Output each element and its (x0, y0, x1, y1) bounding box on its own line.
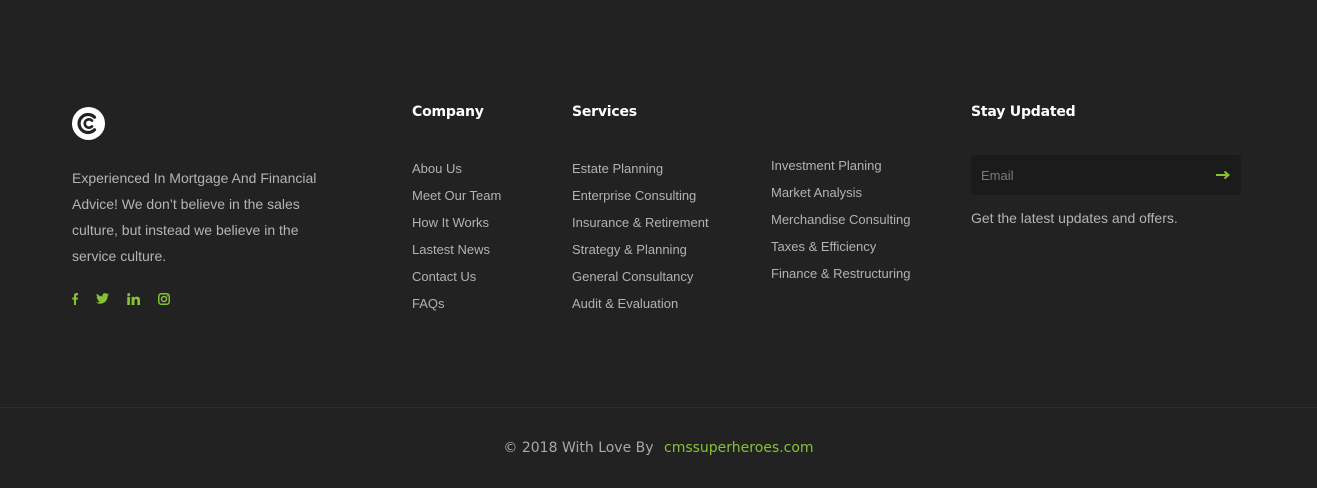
company-link-how-it-works[interactable]: How It Works (412, 214, 489, 232)
email-input[interactable] (971, 155, 1196, 195)
services-link-strategy-planning[interactable]: Strategy & Planning (572, 241, 687, 259)
copyright-text: © 2018 With Love By (503, 440, 654, 456)
twitter-icon (96, 293, 109, 304)
facebook-link[interactable] (72, 291, 78, 307)
services-links-primary: Estate Planning Enterprise Consulting In… (572, 160, 709, 322)
company-link-contact[interactable]: Contact Us (412, 268, 476, 286)
services-link-enterprise-consulting[interactable]: Enterprise Consulting (572, 187, 696, 205)
about-text: Experienced In Mortgage And Financial Ad… (72, 170, 317, 264)
services-link-investment-planing[interactable]: Investment Planing (771, 157, 882, 175)
footer-main: Experienced In Mortgage And Financial Ad… (0, 0, 1317, 407)
services-link-estate-planning[interactable]: Estate Planning (572, 160, 663, 178)
company-link-team[interactable]: Meet Our Team (412, 187, 501, 205)
instagram-link[interactable] (158, 291, 170, 307)
services-heading: Services (572, 104, 637, 120)
services-link-audit-evaluation[interactable]: Audit & Evaluation (572, 295, 678, 313)
brand-c-logo-icon (72, 107, 105, 140)
company-heading: Company (412, 104, 484, 120)
facebook-icon (72, 293, 78, 305)
footer-bottom: © 2018 With Love By cmssuperheroes.com (0, 408, 1317, 488)
brand-logo[interactable] (72, 107, 105, 140)
newsletter-heading: Stay Updated (971, 104, 1076, 120)
newsletter-text: Get the latest updates and offers. (971, 210, 1178, 226)
arrow-right-icon (1216, 170, 1231, 180)
twitter-link[interactable] (96, 291, 109, 307)
company-links: Abou Us Meet Our Team How It Works Laste… (412, 160, 501, 322)
services-links-secondary: Investment Planing Market Analysis Merch… (771, 157, 910, 292)
services-link-taxes-efficiency[interactable]: Taxes & Efficiency (771, 238, 876, 256)
services-link-finance-restructuring[interactable]: Finance & Restructuring (771, 265, 910, 283)
services-link-insurance-retirement[interactable]: Insurance & Retirement (572, 214, 709, 232)
social-links (72, 291, 188, 307)
company-link-faqs[interactable]: FAQs (412, 295, 445, 313)
company-link-about[interactable]: Abou Us (412, 160, 462, 178)
linkedin-icon (127, 293, 140, 305)
instagram-icon (158, 293, 170, 305)
linkedin-link[interactable] (127, 291, 140, 307)
services-link-merchandise-consulting[interactable]: Merchandise Consulting (771, 211, 910, 229)
company-link-news[interactable]: Lastest News (412, 241, 490, 259)
copyright-link[interactable]: cmssuperheroes.com (664, 440, 814, 456)
newsletter-submit-button[interactable] (1215, 167, 1231, 183)
services-link-market-analysis[interactable]: Market Analysis (771, 184, 862, 202)
newsletter-form (971, 155, 1241, 195)
services-link-general-consultancy[interactable]: General Consultancy (572, 268, 693, 286)
